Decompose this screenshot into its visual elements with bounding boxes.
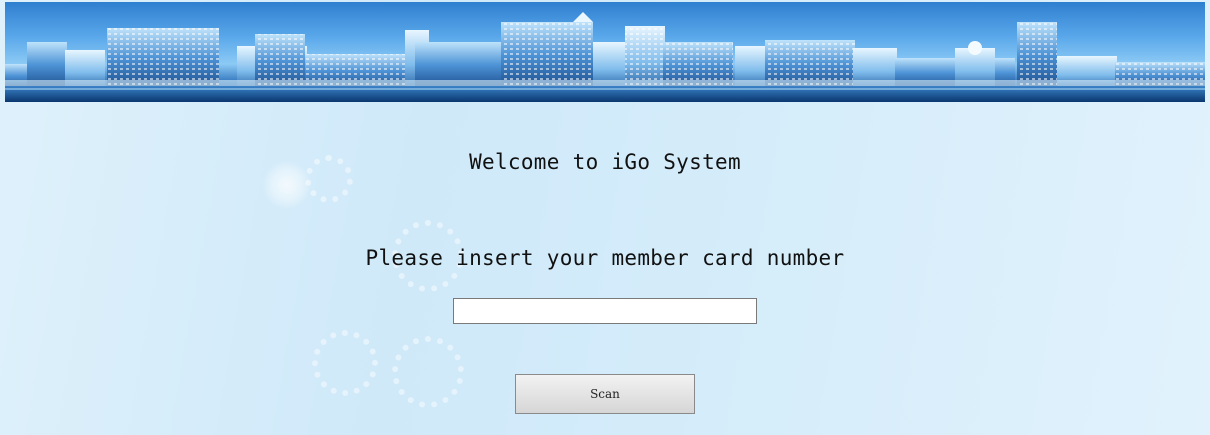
snowflake-decoration bbox=[392, 336, 464, 408]
scan-button[interactable]: Scan bbox=[515, 374, 695, 414]
welcome-heading: Welcome to iGo System bbox=[469, 150, 741, 174]
skyline-image bbox=[5, 12, 1205, 102]
member-card-number-input[interactable] bbox=[453, 298, 757, 324]
city-skyline-banner bbox=[5, 2, 1205, 102]
card-number-prompt: Please insert your member card number bbox=[365, 246, 845, 270]
snowflake-decoration bbox=[312, 330, 378, 396]
